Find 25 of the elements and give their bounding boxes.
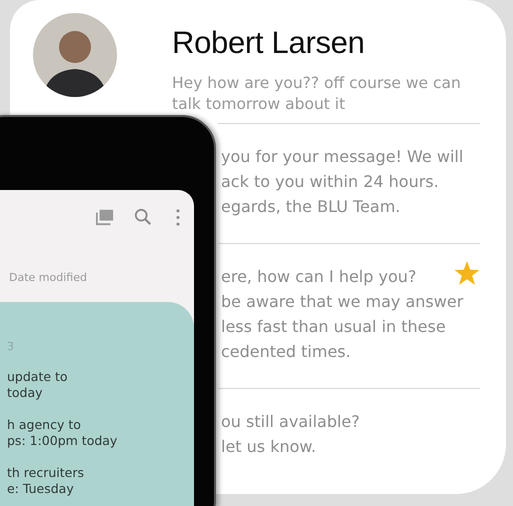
message-text: be aware that we may answer xyxy=(221,291,464,313)
star-icon[interactable] xyxy=(454,260,480,286)
message-row[interactable]: ere, how can I help you? be aware that we may answer less fast than usual in these cedented times. xyxy=(218,243,480,388)
message-text: let us know. xyxy=(221,436,316,458)
sort-label[interactable]: Date modified xyxy=(9,271,87,284)
message-text: less fast than usual in these xyxy=(221,316,446,338)
note-text: today xyxy=(7,385,43,401)
note-text: th recruiters xyxy=(7,465,84,481)
message-text: ere, how can I help you? xyxy=(221,266,416,288)
contact-name: Robert Larsen xyxy=(172,25,366,61)
more-icon[interactable] xyxy=(176,208,180,226)
note-text: h agency to xyxy=(7,417,81,433)
note-text: e: Tuesday xyxy=(7,481,74,497)
note-text: ps: 1:00pm today xyxy=(7,433,118,449)
message-row[interactable]: you for your message! We will ack to you within 24 hours. egards, the BLU Team. xyxy=(218,123,480,243)
gallery-icon[interactable] xyxy=(96,208,114,226)
message-text: ack to you within 24 hours. xyxy=(221,171,439,193)
message-text: cedented times. xyxy=(221,341,351,363)
message-row[interactable]: ou still available? let us know. xyxy=(218,388,480,483)
message-preview: Hey how are you?? off course we can talk tomorrow about it xyxy=(172,73,462,115)
message-text: ou still available? xyxy=(221,411,360,433)
note-text: update to xyxy=(7,369,68,385)
search-icon[interactable] xyxy=(134,208,152,226)
message-text: you for your message! We will xyxy=(221,146,464,168)
message-text: egards, the BLU Team. xyxy=(221,196,400,218)
